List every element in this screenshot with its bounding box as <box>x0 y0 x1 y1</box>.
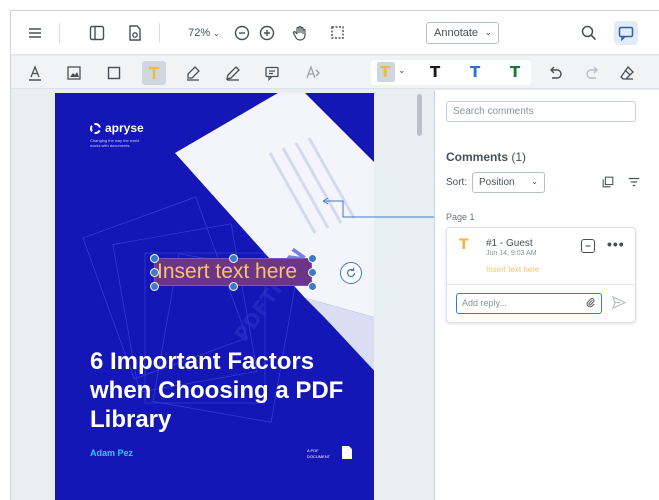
underline-tool-icon[interactable] <box>23 61 47 85</box>
document-viewer[interactable]: PDFTRON apryse Changing the way the worl… <box>11 90 434 500</box>
menu-icon[interactable] <box>23 21 47 45</box>
resize-handle[interactable] <box>229 254 238 263</box>
page-settings-icon[interactable] <box>123 21 147 45</box>
send-icon[interactable] <box>610 294 627 316</box>
zoom-in-icon[interactable] <box>255 21 279 45</box>
divider <box>159 23 160 43</box>
resize-handle[interactable] <box>308 254 317 263</box>
cover-artwork: PDFTRON <box>82 93 374 423</box>
webviewer-frame: 72% ⌄ Annotate ⌄ T ⌄ T T T PDFTRON aprys… <box>10 10 659 500</box>
page-group-label: Page 1 <box>446 212 475 222</box>
comment-text: Insert text here <box>486 265 540 274</box>
comments-panel-toggle-icon[interactable] <box>614 21 638 45</box>
comments-heading: Comments (1) <box>446 150 526 164</box>
rotate-handle-icon[interactable] <box>340 262 362 284</box>
divider <box>59 23 60 43</box>
search-icon[interactable] <box>577 21 601 45</box>
divider <box>447 284 635 285</box>
resize-handle[interactable] <box>150 282 159 291</box>
pen-tool-icon[interactable] <box>221 61 245 85</box>
brand-name: apryse <box>105 121 144 135</box>
sticky-note-tool-icon[interactable] <box>260 61 284 85</box>
reply-placeholder: Add reply... <box>462 298 507 308</box>
cover-title: 6 Important Factors when Choosing a PDF … <box>90 348 344 433</box>
reply-input[interactable]: Add reply... <box>456 293 602 314</box>
eraser-icon[interactable] <box>615 61 639 85</box>
resize-handle[interactable] <box>150 268 159 277</box>
pdf-page[interactable]: PDFTRON apryse Changing the way the worl… <box>55 93 374 500</box>
doc-tag: A PDF DOCUMENT <box>307 448 331 459</box>
style-preset-green[interactable]: T <box>510 63 520 81</box>
resize-handle[interactable] <box>308 268 317 277</box>
left-panel-toggle-icon[interactable] <box>85 21 109 45</box>
sort-value: Position <box>479 177 515 188</box>
image-stamp-tool-icon[interactable] <box>62 61 86 85</box>
annotation-text: Insert text here <box>157 260 298 283</box>
zoom-out-icon[interactable] <box>230 21 254 45</box>
collapse-icon[interactable] <box>581 239 595 253</box>
comments-search-input[interactable]: Search comments <box>446 101 636 122</box>
tagline: Changing the way the world works with do… <box>90 138 140 148</box>
comments-panel: Search comments Comments (1) Sort: Posit… <box>435 90 659 500</box>
comments-count: (1) <box>511 150 527 164</box>
resize-handle[interactable] <box>150 254 159 263</box>
style-glyph: T <box>380 63 391 81</box>
ribbon-mode-dropdown[interactable]: Annotate ⌄ <box>426 22 499 44</box>
attachment-icon[interactable] <box>585 297 596 310</box>
pan-hand-icon[interactable] <box>288 21 312 45</box>
annotation-toolbar: T ⌄ T T T <box>11 56 659 89</box>
comment-card[interactable]: T #1 - Guest Jun 14, 9:03 AM Insert text… <box>446 227 636 323</box>
chevron-down-icon: ⌄ <box>484 27 492 37</box>
undo-icon[interactable] <box>543 61 567 85</box>
brand-logo: apryse <box>90 121 144 135</box>
style-preset-blue[interactable]: T <box>470 63 480 81</box>
cover-author: Adam Pez <box>90 448 134 458</box>
mode-label: Annotate <box>434 27 479 39</box>
text-style-presets: T ⌄ T T T <box>371 60 531 85</box>
current-style-swatch[interactable]: T <box>377 62 395 82</box>
comment-timestamp: Jun 14, 9:03 AM <box>486 250 537 257</box>
comment-author: #1 - Guest <box>486 238 533 249</box>
rectangle-tool-icon[interactable] <box>102 61 126 85</box>
brand-mark-icon <box>90 122 101 134</box>
freetext-annotation-icon: T <box>459 237 469 253</box>
top-header: 72% ⌄ Annotate ⌄ <box>11 11 659 55</box>
freetext-tool-icon[interactable] <box>142 61 166 85</box>
redo-icon[interactable] <box>581 61 605 85</box>
comments-label: Comments <box>446 150 509 164</box>
multi-select-icon[interactable] <box>599 173 617 191</box>
chevron-down-icon: ⌄ <box>531 177 538 186</box>
style-preset-black[interactable]: T <box>430 63 440 81</box>
filter-icon[interactable] <box>625 173 643 191</box>
vertical-scrollbar[interactable] <box>417 94 422 136</box>
resize-handle[interactable] <box>308 282 317 291</box>
chevron-down-icon[interactable]: ⌄ <box>398 65 406 76</box>
sort-dropdown[interactable]: Position ⌄ <box>472 172 545 193</box>
zoom-dropdown[interactable]: 72% ⌄ <box>181 22 227 44</box>
zoom-value: 72% <box>188 27 211 39</box>
marquee-select-icon[interactable] <box>326 21 350 45</box>
resize-handle[interactable] <box>229 282 238 291</box>
document-icon <box>342 446 352 459</box>
strikeout-tool-icon[interactable] <box>300 61 324 85</box>
highlight-tool-icon[interactable] <box>181 61 205 85</box>
sort-label: Sort: <box>446 177 468 188</box>
chevron-down-icon: ⌄ <box>213 28 220 38</box>
more-options-icon[interactable]: ••• <box>607 236 625 252</box>
